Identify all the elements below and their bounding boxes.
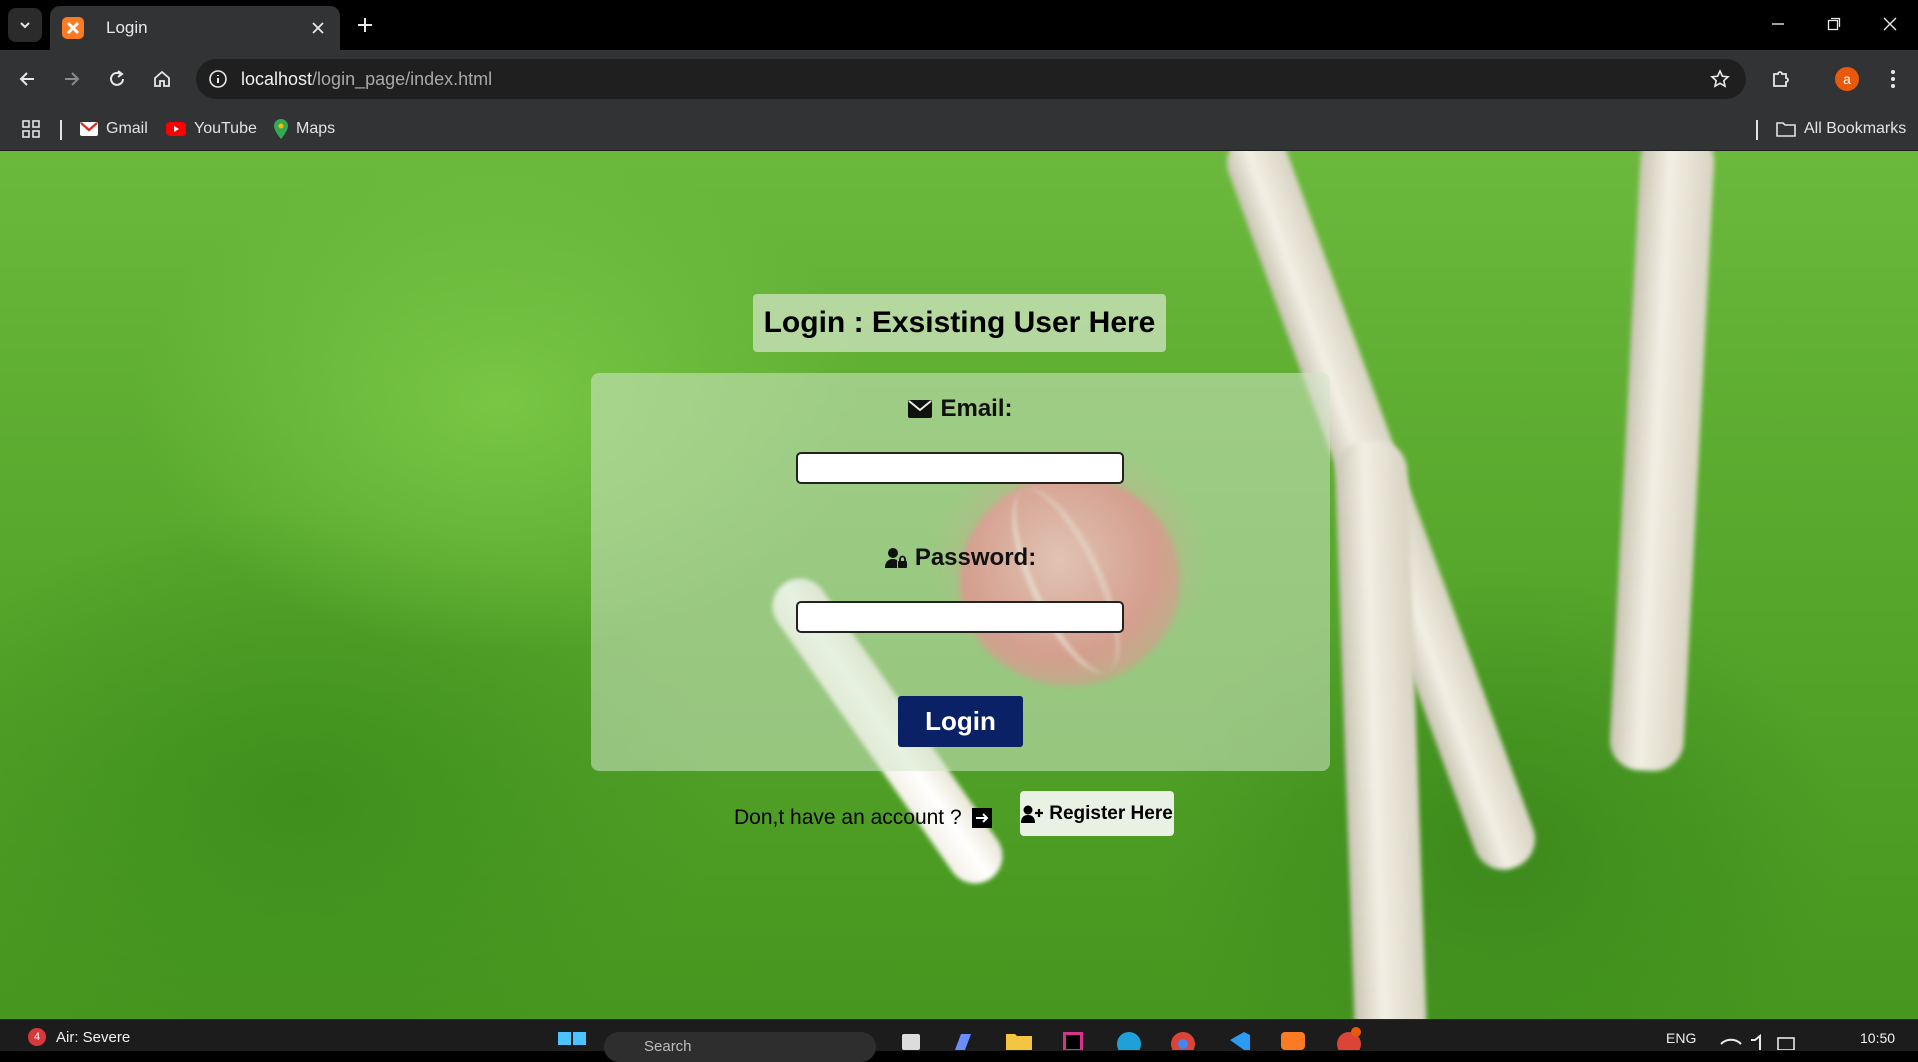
login-form: Email: Password: Login <box>591 373 1330 771</box>
forward-button[interactable] <box>55 62 89 96</box>
register-button[interactable]: Register Here <box>1020 791 1174 836</box>
arrow-left-icon <box>19 72 34 86</box>
tab-login[interactable]: Login <box>50 6 340 50</box>
clock-time[interactable]: 10:50 <box>1860 1030 1895 1046</box>
apps-button[interactable] <box>22 118 40 140</box>
page-title: Login : Exsisting User Here <box>753 294 1166 352</box>
taskbar-search-placeholder: Search <box>644 1038 692 1055</box>
weather-widget[interactable]: 4 Air: Severe <box>28 1028 130 1046</box>
restore-button[interactable] <box>1806 0 1862 48</box>
vscode-icon[interactable] <box>1222 1026 1252 1052</box>
email-field[interactable] <box>796 452 1124 484</box>
arrow-right-icon <box>971 808 992 828</box>
youtube-icon <box>166 122 186 136</box>
bookmark-label: Gmail <box>106 120 148 137</box>
password-field[interactable] <box>796 601 1124 633</box>
tab-strip: Login <box>0 0 1918 50</box>
xampp-taskbar-icon[interactable] <box>1278 1026 1308 1052</box>
email-label: Email: <box>591 395 1330 423</box>
minimize-button[interactable] <box>1750 0 1806 48</box>
close-tab-icon[interactable] <box>306 16 330 40</box>
login-button[interactable]: Login <box>898 696 1023 747</box>
battery-icon[interactable] <box>1772 1026 1802 1052</box>
wifi-icon[interactable] <box>1716 1026 1746 1052</box>
chrome-profile-icon[interactable] <box>1334 1026 1364 1052</box>
envelope-icon <box>908 400 933 418</box>
arrow-right-icon <box>65 72 80 86</box>
restore-icon <box>1827 17 1841 31</box>
reload-icon <box>110 70 124 86</box>
profile-button[interactable]: a <box>1830 62 1864 96</box>
windows-taskbar: 4 Air: Severe Search ENG 10:50 <box>0 1019 1918 1062</box>
folder-icon <box>1776 122 1796 137</box>
minimize-icon <box>1772 23 1784 25</box>
bookmark-gmail[interactable]: Gmail <box>80 118 148 140</box>
no-account-text: Don,t have an account ? <box>734 806 962 829</box>
email-label-text: Email: <box>940 395 1013 422</box>
plus-icon <box>358 18 372 32</box>
password-label-text: Password: <box>914 544 1037 571</box>
start-button[interactable] <box>557 1026 587 1052</box>
tab-search-button[interactable] <box>8 8 42 42</box>
maps-icon <box>274 119 288 139</box>
address-bar[interactable]: localhost/login_page/index.html <box>196 59 1746 99</box>
chevron-down-icon <box>20 22 30 29</box>
copilot-icon[interactable] <box>948 1026 978 1052</box>
register-prompt: Don,t have an account ? <box>734 795 992 841</box>
user-lock-icon <box>884 548 907 568</box>
bookmark-label: YouTube <box>194 120 257 137</box>
bookmark-maps[interactable]: Maps <box>274 118 335 140</box>
tab-title: Login <box>106 18 148 37</box>
bookmarks-divider <box>60 120 62 140</box>
bookmarks-divider <box>1756 120 1758 140</box>
weather-alert-badge: 4 <box>28 1028 46 1046</box>
home-icon <box>154 70 170 87</box>
back-button[interactable] <box>10 62 44 96</box>
kebab-menu-icon <box>1891 70 1895 88</box>
register-button-label: Register Here <box>1049 802 1173 824</box>
windows-icon <box>558 1032 586 1045</box>
chrome-icon[interactable] <box>1168 1026 1198 1052</box>
intellij-icon[interactable] <box>1058 1026 1088 1052</box>
bookmark-star-icon[interactable] <box>1708 67 1732 91</box>
home-button[interactable] <box>145 62 179 96</box>
url-host: localhost <box>241 69 313 89</box>
edge-icon[interactable] <box>1114 1026 1144 1052</box>
close-window-button[interactable] <box>1862 0 1918 48</box>
all-bookmarks-button[interactable]: All Bookmarks <box>1776 118 1906 140</box>
user-plus-icon <box>1021 805 1044 823</box>
all-bookmarks-label: All Bookmarks <box>1804 120 1907 137</box>
apps-grid-icon <box>22 120 40 138</box>
task-view-icon[interactable] <box>896 1026 926 1052</box>
browser-menu-button[interactable] <box>1876 62 1910 96</box>
gmail-icon <box>80 122 98 136</box>
url-path: /login_page/index.html <box>312 69 493 89</box>
puzzle-icon <box>1773 71 1789 87</box>
volume-icon[interactable] <box>1744 1026 1774 1052</box>
site-info-icon[interactable] <box>204 65 232 93</box>
xampp-icon <box>62 17 84 39</box>
url-text[interactable]: localhost/login_page/index.html <box>241 69 492 90</box>
taskbar-search[interactable]: Search <box>604 1032 876 1062</box>
bookmark-label: Maps <box>296 120 336 137</box>
weather-text: Air: Severe <box>56 1028 131 1046</box>
extensions-button[interactable] <box>1764 62 1798 96</box>
close-icon <box>1883 17 1897 31</box>
stump-image <box>1608 151 1716 773</box>
bookmark-youtube[interactable]: YouTube <box>166 118 257 140</box>
language-indicator[interactable]: ENG <box>1666 1030 1696 1046</box>
avatar: a <box>1835 67 1859 91</box>
new-tab-button[interactable] <box>350 10 380 40</box>
password-label: Password: <box>591 544 1330 572</box>
browser-toolbar: localhost/login_page/index.html a <box>0 50 1918 108</box>
reload-button[interactable] <box>100 62 134 96</box>
file-explorer-icon[interactable] <box>1004 1026 1034 1052</box>
bookmarks-bar: Gmail YouTube Maps All Bookmarks <box>0 108 1918 151</box>
